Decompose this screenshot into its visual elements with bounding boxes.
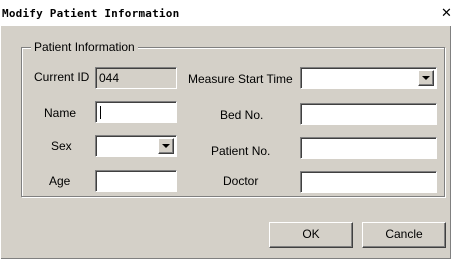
age-input[interactable] bbox=[95, 170, 177, 192]
window-edge bbox=[0, 26, 2, 259]
current-id-value: 044 bbox=[99, 71, 120, 85]
bed-no-input[interactable] bbox=[300, 103, 437, 125]
chevron-down-icon[interactable] bbox=[158, 138, 174, 154]
measure-start-time-label: Measure Start Time bbox=[188, 72, 293, 86]
close-icon[interactable]: ✕ bbox=[440, 5, 453, 22]
measure-start-time-select[interactable] bbox=[300, 67, 437, 89]
sex-select[interactable] bbox=[95, 135, 177, 157]
age-label: Age bbox=[49, 174, 71, 188]
title-bar[interactable]: Modify Patient Information ✕ bbox=[0, 0, 453, 26]
dialog-title: Modify Patient Information bbox=[2, 7, 180, 20]
bed-no-label: Bed No. bbox=[220, 108, 264, 122]
sex-label: Sex bbox=[51, 139, 72, 153]
patient-no-label: Patient No. bbox=[211, 144, 271, 158]
group-legend: Patient Information bbox=[31, 40, 138, 54]
chevron-down-icon[interactable] bbox=[418, 70, 434, 86]
patient-no-input[interactable] bbox=[300, 137, 437, 159]
ok-button[interactable]: OK bbox=[269, 222, 353, 248]
doctor-label: Doctor bbox=[223, 174, 259, 188]
current-id-field: 044 bbox=[95, 67, 177, 89]
modify-patient-dialog: Modify Patient Information ✕ Patient Inf… bbox=[0, 0, 453, 259]
doctor-input[interactable] bbox=[300, 171, 437, 193]
current-id-label: Current ID bbox=[34, 70, 90, 84]
name-input[interactable] bbox=[95, 101, 177, 123]
name-label: Name bbox=[44, 106, 77, 120]
cancel-button[interactable]: Cancle bbox=[362, 222, 446, 248]
text-caret bbox=[100, 106, 101, 119]
